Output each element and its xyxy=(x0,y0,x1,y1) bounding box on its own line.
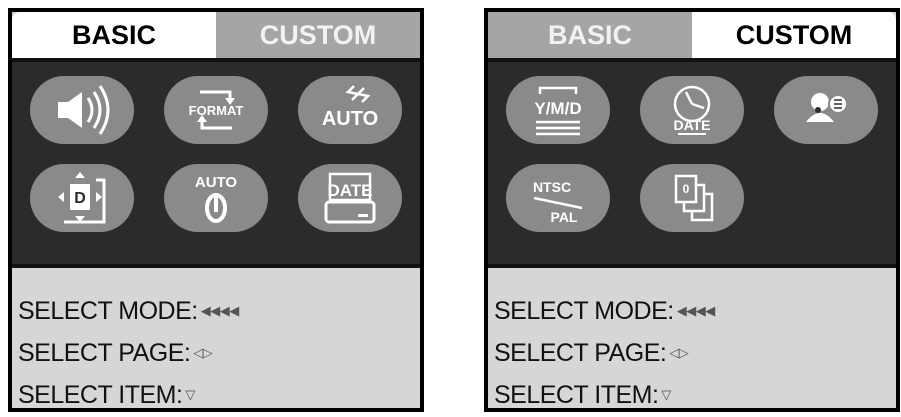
tab-bar: BASIC CUSTOM xyxy=(12,12,420,58)
tab-custom[interactable]: CUSTOM xyxy=(692,12,896,58)
item-arrow-icon: ▽ xyxy=(661,387,671,402)
select-mode-hint: SELECT MODE: ◀◀◀◀ xyxy=(18,290,414,332)
video-output-icon: NTSC PAL xyxy=(533,179,583,225)
file-number-button[interactable]: 0 xyxy=(640,164,744,232)
auto-flash-icon-label: AUTO xyxy=(322,108,378,130)
date-imprint-button[interactable]: DATE xyxy=(298,164,402,232)
date-time-button[interactable]: DATE xyxy=(640,76,744,144)
date-imprint-icon-label: DATE xyxy=(327,181,372,200)
select-page-hint: SELECT PAGE: ◁▷ xyxy=(18,332,414,374)
tab-bar: BASIC CUSTOM xyxy=(488,12,896,58)
volume-icon xyxy=(58,85,110,135)
date-imprint-icon: DATE xyxy=(324,172,376,224)
volume-button[interactable] xyxy=(30,76,134,144)
format-icon-label: FORMAT xyxy=(189,103,244,118)
select-page-label: SELECT PAGE: xyxy=(494,338,667,367)
select-page-hint: SELECT PAGE: ◁▷ xyxy=(494,332,890,374)
auto-flash-icon: AUTO xyxy=(322,85,378,130)
mode-arrows-icon: ◀◀◀◀ xyxy=(676,303,716,318)
file-number-icon: 0 xyxy=(674,174,714,222)
select-item-label: SELECT ITEM: xyxy=(18,380,183,409)
auto-power-off-button[interactable]: AUTO xyxy=(164,164,268,232)
auto-power-off-icon: AUTO xyxy=(195,174,238,223)
video-output-ntsc-label: NTSC xyxy=(533,179,571,195)
file-number-icon-label: 0 xyxy=(683,182,690,196)
help-text: SELECT MODE: ◀◀◀◀ SELECT PAGE: ◁▷ SELECT… xyxy=(18,290,414,409)
format-icon: FORMAT xyxy=(189,90,244,130)
video-output-button[interactable]: NTSC PAL xyxy=(506,164,610,232)
format-button[interactable]: FORMAT xyxy=(164,76,268,144)
select-item-hint: SELECT ITEM: ▽ xyxy=(18,374,414,409)
mode-arrows-icon: ◀◀◀◀ xyxy=(200,303,240,318)
display-position-icon: D xyxy=(58,172,106,224)
language-button[interactable] xyxy=(774,76,878,144)
date-time-icon-label: DATE xyxy=(673,117,710,133)
item-arrow-icon: ▽ xyxy=(185,387,195,402)
date-format-icon: Y/M/D xyxy=(534,86,582,136)
auto-flash-button[interactable]: AUTO xyxy=(298,76,402,144)
select-item-label: SELECT ITEM: xyxy=(494,380,659,409)
basic-menu-panel: BASIC CUSTOM FORMAT AUTO D AUTO DATE SEL… xyxy=(8,8,424,412)
custom-menu-panel: BASIC CUSTOM Y/M/D DATE NTSC PAL 0 SELEC… xyxy=(484,8,900,412)
select-mode-label: SELECT MODE: xyxy=(18,296,198,325)
tab-basic[interactable]: BASIC xyxy=(12,12,216,58)
menu-icon-area: FORMAT AUTO D AUTO DATE xyxy=(12,58,420,268)
select-mode-hint: SELECT MODE: ◀◀◀◀ xyxy=(494,290,890,332)
select-item-hint: SELECT ITEM: ▽ xyxy=(494,374,890,409)
display-position-icon-label: D xyxy=(74,190,86,207)
help-text: SELECT MODE: ◀◀◀◀ SELECT PAGE: ◁▷ SELECT… xyxy=(494,290,890,409)
tab-basic[interactable]: BASIC xyxy=(488,12,692,58)
date-time-icon: DATE xyxy=(673,85,711,135)
tab-custom[interactable]: CUSTOM xyxy=(216,12,420,58)
page-arrows-icon: ◁▷ xyxy=(193,345,213,360)
page-arrows-icon: ◁▷ xyxy=(669,345,689,360)
select-page-label: SELECT PAGE: xyxy=(18,338,191,367)
date-format-icon-label: Y/M/D xyxy=(534,99,581,118)
menu-icon-area: Y/M/D DATE NTSC PAL 0 xyxy=(488,58,896,268)
display-position-button[interactable]: D xyxy=(30,164,134,232)
video-output-pal-label: PAL xyxy=(551,209,578,225)
select-mode-label: SELECT MODE: xyxy=(494,296,674,325)
date-format-button[interactable]: Y/M/D xyxy=(506,76,610,144)
language-icon xyxy=(806,93,848,122)
auto-power-off-icon-label: AUTO xyxy=(195,174,238,191)
